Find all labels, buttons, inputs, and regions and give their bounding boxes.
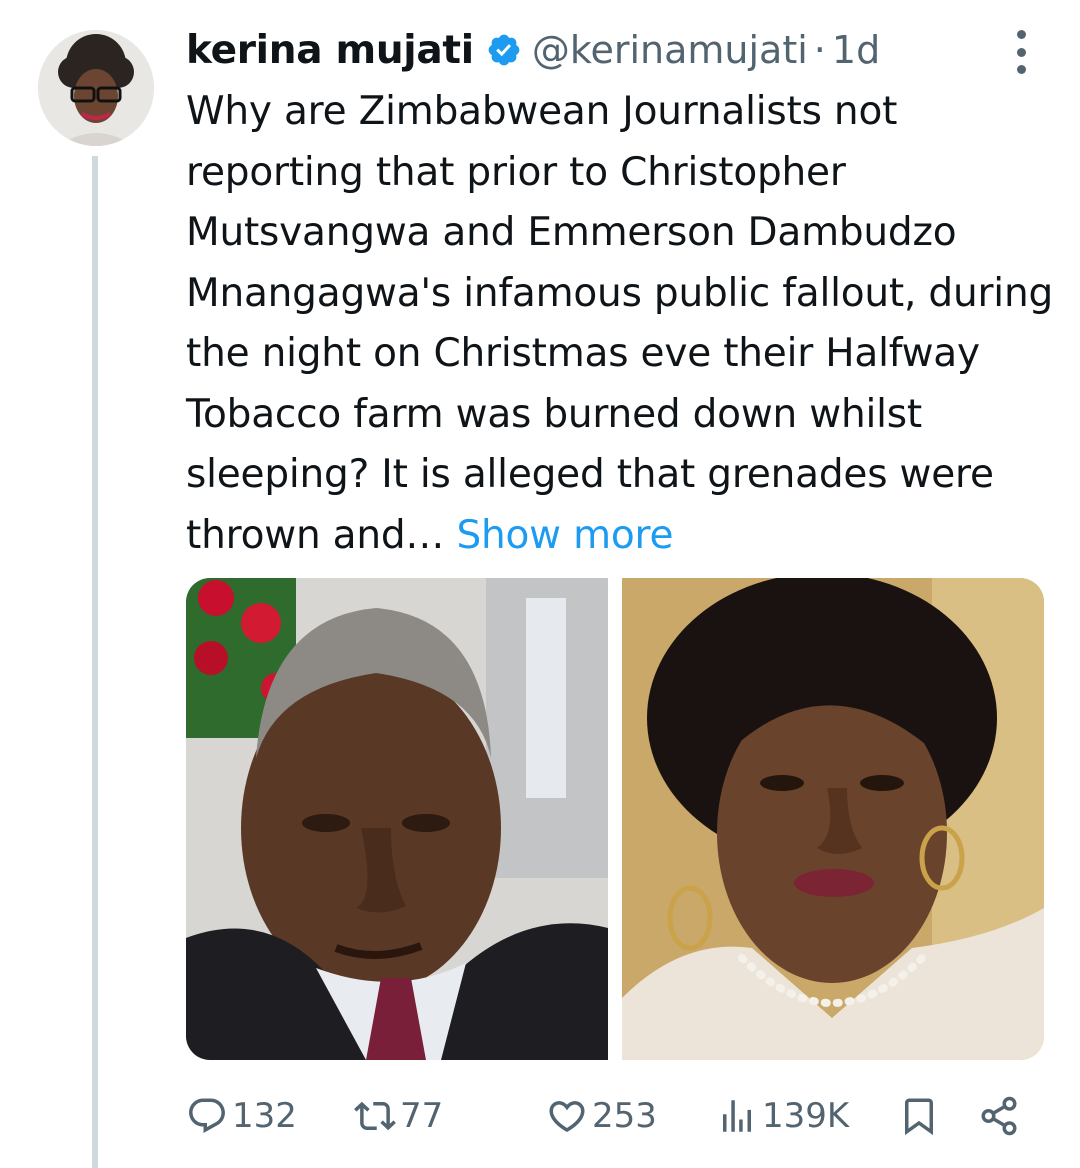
reply-icon <box>189 1098 225 1133</box>
tweet-header: kerina mujati @kerinamujati · 1d <box>186 22 1040 78</box>
share-button[interactable] <box>978 1086 1024 1146</box>
bookmark-icon <box>905 1098 933 1136</box>
tweet-body: Why are Zimbabwean Journalists not repor… <box>186 89 1054 558</box>
repost-button[interactable]: 77 <box>354 1086 443 1146</box>
views-icon <box>723 1100 751 1132</box>
bookmark-button[interactable] <box>898 1086 944 1146</box>
like-button[interactable]: 253 <box>546 1086 657 1146</box>
tweet-actions: 132 77 253 139K <box>186 1086 1036 1146</box>
media-photo-man[interactable] <box>186 578 608 1060</box>
reply-count: 132 <box>232 1096 297 1136</box>
author-name[interactable]: kerina mujati <box>186 28 474 73</box>
views-button[interactable]: 139K <box>716 1086 849 1146</box>
media-photo-woman[interactable] <box>622 578 1044 1060</box>
views-count: 139K <box>762 1096 850 1136</box>
share-icon <box>981 1096 1017 1136</box>
like-count: 253 <box>592 1096 657 1136</box>
repost-icon <box>354 1101 396 1131</box>
reply-button[interactable]: 132 <box>186 1086 297 1146</box>
show-more-link[interactable]: Show more <box>456 513 673 558</box>
heart-icon <box>549 1101 585 1133</box>
separator-dot: · <box>813 28 826 72</box>
tweet-media <box>186 578 1044 1060</box>
avatar[interactable] <box>38 30 154 146</box>
thread-line <box>92 156 98 1168</box>
tweet-text: Why are Zimbabwean Journalists not repor… <box>186 82 1056 566</box>
timestamp[interactable]: 1d <box>832 28 880 72</box>
verified-badge-icon <box>486 32 522 68</box>
more-options-icon[interactable] <box>1006 30 1036 74</box>
repost-count: 77 <box>400 1096 444 1136</box>
author-handle[interactable]: @kerinamujati <box>532 28 808 72</box>
